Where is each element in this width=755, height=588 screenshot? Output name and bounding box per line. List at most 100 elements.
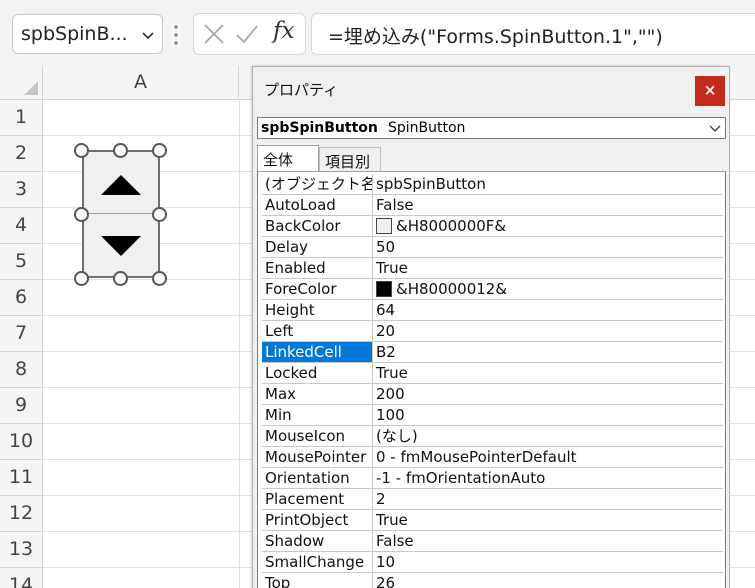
property-name: Orientation — [262, 468, 373, 488]
row-headers: 1 2 3 4 5 6 7 8 9 10 11 12 13 14 — [0, 100, 43, 588]
property-row[interactable]: Locked True — [262, 363, 723, 384]
row-header[interactable]: 14 — [0, 568, 42, 588]
property-value[interactable]: -1 - fmOrientationAuto — [374, 468, 723, 488]
property-name: (オブジェクト名) — [262, 174, 373, 194]
row-header[interactable]: 2 — [0, 136, 42, 172]
property-value[interactable]: 2 — [374, 489, 723, 509]
property-row[interactable]: Placement 2 — [262, 489, 723, 510]
property-name: Min — [262, 405, 373, 425]
select-all-corner[interactable] — [0, 66, 43, 99]
resize-handle[interactable] — [152, 271, 167, 286]
resize-handle[interactable] — [152, 207, 167, 222]
properties-window: プロパティ × spbSpinButton SpinButton 全体 項目別 … — [252, 66, 730, 588]
formula-buttons: fx — [193, 13, 306, 55]
name-box-value: spbSpinB... — [21, 23, 128, 45]
property-value[interactable]: False — [374, 195, 723, 215]
row-header[interactable]: 3 — [0, 172, 42, 208]
name-box[interactable]: spbSpinB... — [12, 14, 163, 54]
property-row[interactable]: Shadow False — [262, 531, 723, 552]
row-header[interactable]: 12 — [0, 496, 42, 532]
property-value[interactable]: (なし) — [374, 426, 723, 446]
more-vertical-icon[interactable] — [173, 24, 179, 46]
resize-handle[interactable] — [74, 207, 89, 222]
chevron-down-icon[interactable] — [140, 27, 156, 43]
property-value[interactable]: 200 — [374, 384, 723, 404]
property-value[interactable]: 0 - fmMousePointerDefault — [374, 447, 723, 467]
properties-title: プロパティ — [264, 81, 339, 99]
row-header[interactable]: 13 — [0, 532, 42, 568]
property-row[interactable]: AutoLoad False — [262, 195, 723, 216]
property-value[interactable]: 20 — [374, 321, 723, 341]
close-button[interactable]: × — [695, 76, 725, 106]
property-row[interactable]: BackColor &H8000000F& — [262, 216, 723, 237]
property-name: Height — [262, 300, 373, 320]
property-value[interactable]: True — [374, 510, 723, 530]
property-row[interactable]: SmallChange 10 — [262, 552, 723, 573]
row-header[interactable]: 8 — [0, 352, 42, 388]
formula-text: =埋め込み("Forms.SpinButton.1","") — [328, 26, 663, 48]
property-value[interactable]: spbSpinButton — [374, 174, 723, 194]
formula-bar: spbSpinB... fx =埋め込み("Forms.SpinButton.1… — [0, 0, 755, 66]
insert-function-icon[interactable]: fx — [273, 18, 294, 44]
property-row[interactable]: Delay 50 — [262, 237, 723, 258]
check-icon[interactable] — [235, 23, 259, 45]
property-row[interactable]: Left 20 — [262, 321, 723, 342]
chevron-down-icon[interactable] — [708, 121, 722, 135]
row-header[interactable]: 5 — [0, 244, 42, 280]
property-value[interactable]: True — [374, 258, 723, 278]
property-value[interactable]: 26 — [374, 573, 723, 588]
property-name: PrintObject — [262, 510, 373, 530]
tab-categorized[interactable]: 項目別 — [319, 147, 381, 171]
property-row[interactable]: MousePointer 0 - fmMousePointerDefault — [262, 447, 723, 468]
row-header[interactable]: 7 — [0, 316, 42, 352]
property-grid: (オブジェクト名) spbSpinButton AutoLoad False B… — [257, 171, 726, 588]
column-header-a[interactable]: A — [43, 66, 239, 99]
property-value[interactable]: 10 — [374, 552, 723, 572]
property-name: LinkedCell — [262, 342, 373, 362]
row-header[interactable]: 1 — [0, 100, 42, 136]
property-value[interactable]: 64 — [374, 300, 723, 320]
property-value[interactable]: True — [374, 363, 723, 383]
selection-frame — [82, 150, 160, 278]
row-header[interactable]: 6 — [0, 280, 42, 316]
tab-alphabetic[interactable]: 全体 — [257, 145, 319, 172]
property-value[interactable]: &H8000000F& — [374, 216, 723, 236]
property-name: ForeColor — [262, 279, 373, 299]
resize-handle[interactable] — [74, 271, 89, 286]
property-row[interactable]: Enabled True — [262, 258, 723, 279]
property-row[interactable]: ForeColor &H80000012& — [262, 279, 723, 300]
property-name: Placement — [262, 489, 373, 509]
resize-handle[interactable] — [113, 271, 128, 286]
property-value[interactable]: 100 — [374, 405, 723, 425]
property-row[interactable]: (オブジェクト名) spbSpinButton — [262, 174, 723, 195]
property-value[interactable]: &H80000012& — [374, 279, 723, 299]
object-selector[interactable]: spbSpinButton SpinButton — [257, 117, 726, 139]
property-row[interactable]: Top 26 — [262, 573, 723, 588]
property-value-text: &H8000000F& — [396, 217, 507, 235]
property-value[interactable]: B2 — [374, 342, 723, 362]
property-row[interactable]: PrintObject True — [262, 510, 723, 531]
property-row[interactable]: Min 100 — [262, 405, 723, 426]
property-row[interactable]: Max 200 — [262, 384, 723, 405]
property-name: Left — [262, 321, 373, 341]
property-name: Max — [262, 384, 373, 404]
property-row[interactable]: MouseIcon (なし) — [262, 426, 723, 447]
property-value[interactable]: 50 — [374, 237, 723, 257]
color-swatch — [376, 281, 392, 297]
resize-handle[interactable] — [113, 143, 128, 158]
row-header[interactable]: 10 — [0, 424, 42, 460]
property-row[interactable]: Height 64 — [262, 300, 723, 321]
property-name: AutoLoad — [262, 195, 373, 215]
cancel-icon[interactable] — [203, 23, 225, 45]
property-row[interactable]: Orientation -1 - fmOrientationAuto — [262, 468, 723, 489]
resize-handle[interactable] — [152, 143, 167, 158]
row-header[interactable]: 4 — [0, 208, 42, 244]
property-value[interactable]: False — [374, 531, 723, 551]
resize-handle[interactable] — [74, 143, 89, 158]
property-row-selected[interactable]: LinkedCell B2 — [262, 342, 723, 363]
row-header[interactable]: 11 — [0, 460, 42, 496]
property-name: MouseIcon — [262, 426, 373, 446]
property-name: Enabled — [262, 258, 373, 278]
row-header[interactable]: 9 — [0, 388, 42, 424]
formula-input[interactable]: =埋め込み("Forms.SpinButton.1","") — [311, 13, 755, 55]
